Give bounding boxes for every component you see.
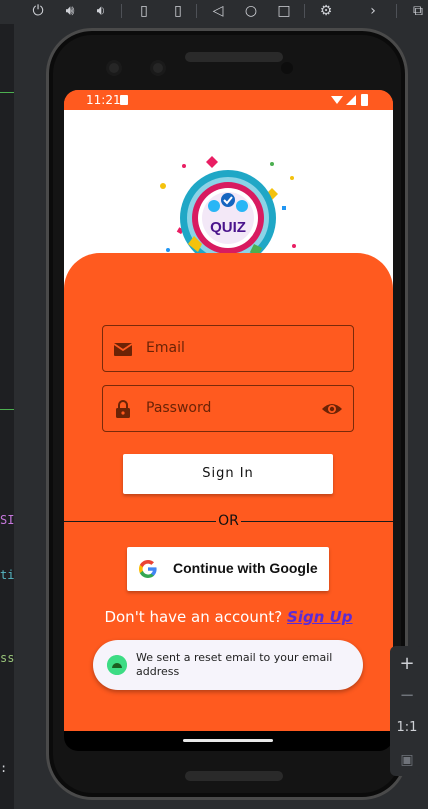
or-divider-text: OR bbox=[218, 513, 239, 529]
google-button-label: Continue with Google bbox=[173, 560, 318, 576]
rotate-left-icon[interactable]: ▯ bbox=[134, 2, 154, 20]
status-time: 11:21 bbox=[86, 93, 121, 107]
gutter-marker bbox=[0, 92, 14, 93]
fit-screen-icon[interactable]: ▣ bbox=[390, 746, 424, 774]
email-icon bbox=[113, 343, 133, 356]
sign-up-link[interactable]: Sign Up bbox=[287, 608, 353, 626]
sd-card-icon bbox=[120, 95, 128, 105]
actual-size-button[interactable]: 1:1 bbox=[390, 714, 424, 742]
home-icon[interactable]: ○ bbox=[241, 2, 261, 20]
bottom-speaker bbox=[185, 771, 283, 781]
sign-in-button[interactable]: Sign In bbox=[123, 454, 333, 494]
lock-icon bbox=[116, 400, 130, 418]
password-field[interactable]: Password bbox=[102, 385, 354, 432]
editor-text-fragment: SI bbox=[0, 513, 15, 527]
status-bar: 11:21 bbox=[64, 90, 393, 110]
editor-text-fragment: ss bbox=[0, 651, 15, 665]
volume-down-icon[interactable]: 🔉︎ bbox=[91, 2, 111, 20]
gutter-marker bbox=[0, 409, 14, 410]
email-field[interactable]: Email bbox=[102, 325, 354, 372]
front-camera bbox=[106, 60, 122, 76]
gesture-nav-bar bbox=[64, 731, 393, 751]
signup-row: Don't have an account? Sign Up bbox=[64, 608, 393, 626]
settings-icon[interactable]: ⚙ bbox=[316, 2, 336, 20]
wifi-icon bbox=[331, 96, 343, 104]
zoom-in-button[interactable]: + bbox=[390, 650, 424, 678]
google-sign-in-button[interactable]: Continue with Google bbox=[127, 547, 329, 591]
toolbar-separator bbox=[396, 4, 397, 18]
signal-icon bbox=[346, 95, 356, 105]
toast-text: We sent a reset email to your email addr… bbox=[136, 651, 333, 678]
app-screen: 11:21 QUIZ Email Password Sign In OR Con… bbox=[64, 90, 393, 731]
screenshot-icon[interactable]: ⧉ bbox=[408, 2, 428, 20]
divider-line bbox=[241, 521, 393, 522]
volume-up-icon[interactable]: 🔊︎ bbox=[60, 2, 80, 20]
editor-text-fragment: : bbox=[0, 761, 8, 775]
zoom-out-button[interactable]: − bbox=[390, 682, 424, 710]
proximity-sensor bbox=[281, 62, 293, 74]
toolbar-separator bbox=[196, 4, 197, 18]
back-icon[interactable]: ◁ bbox=[208, 2, 228, 20]
android-icon bbox=[107, 655, 127, 675]
toast-message: We sent a reset email to your email addr… bbox=[93, 640, 363, 690]
editor-gutter: SI ti ss : bbox=[0, 24, 14, 809]
more-icon[interactable]: › bbox=[363, 2, 383, 20]
divider-line bbox=[64, 521, 216, 522]
emulator-toolbar: ⏻ 🔊︎ 🔉︎ ▯ ▯ ◁ ○ □ ⚙ › ⧉ bbox=[0, 0, 428, 24]
rotate-right-icon[interactable]: ▯ bbox=[168, 2, 188, 20]
emulator-zoom-controls: + − 1:1 ▣ bbox=[390, 646, 424, 776]
logo-text: QUIZ bbox=[210, 219, 246, 236]
home-gesture-handle[interactable] bbox=[183, 739, 273, 742]
status-icons bbox=[331, 94, 368, 106]
editor-text-fragment: ti bbox=[0, 568, 15, 582]
google-icon bbox=[139, 560, 157, 578]
signup-prompt: Don't have an account? bbox=[104, 608, 283, 626]
toolbar-separator bbox=[121, 4, 122, 18]
password-placeholder: Password bbox=[146, 400, 212, 416]
visibility-icon[interactable] bbox=[321, 401, 343, 417]
email-placeholder: Email bbox=[146, 340, 185, 356]
battery-icon bbox=[361, 94, 368, 106]
power-icon[interactable]: ⏻ bbox=[28, 2, 48, 20]
earpiece-speaker bbox=[185, 52, 283, 62]
toolbar-separator bbox=[304, 4, 305, 18]
overview-icon[interactable]: □ bbox=[274, 2, 294, 20]
front-camera bbox=[150, 60, 166, 76]
